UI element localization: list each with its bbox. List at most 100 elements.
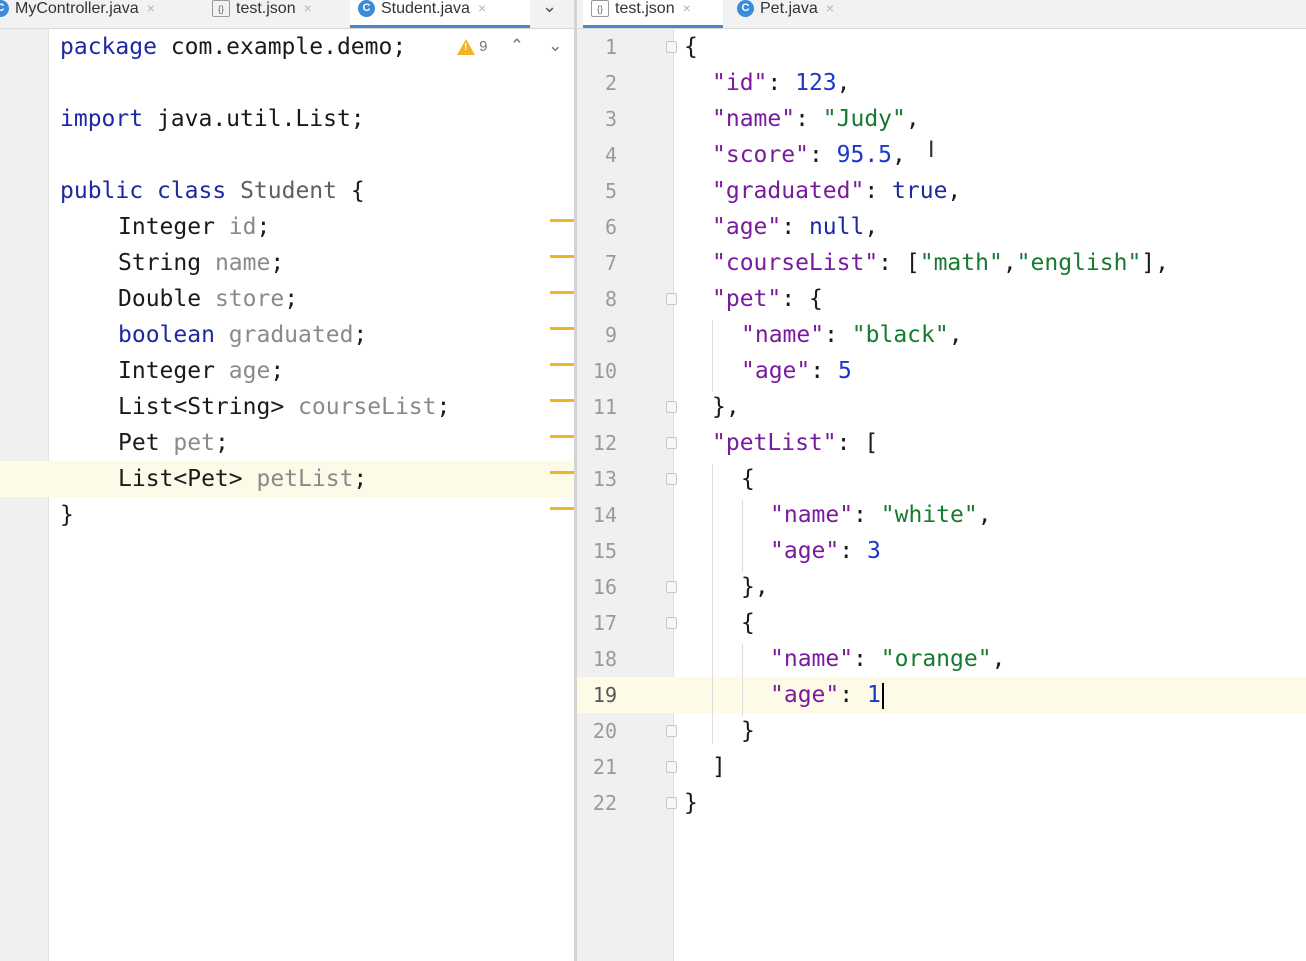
line-number: 15 xyxy=(592,539,617,563)
fold-marker-icon[interactable] xyxy=(666,473,677,485)
fold-marker-icon[interactable] xyxy=(666,761,677,773)
line-number: 1 xyxy=(604,35,617,59)
line-number: 6 xyxy=(604,215,617,239)
line-number: 11 xyxy=(592,395,617,419)
code-line: { xyxy=(741,610,755,636)
line-number: 7 xyxy=(604,251,617,275)
code-line: "graduated": true, xyxy=(712,178,962,204)
fold-marker-icon[interactable] xyxy=(666,725,677,737)
code-line: "pet": { xyxy=(712,286,823,312)
code-line: public class Student { xyxy=(60,178,365,204)
code-line: Integer age; xyxy=(118,358,285,384)
tab-pet-java[interactable]: C Pet.java × xyxy=(737,0,867,28)
fold-marker-icon[interactable] xyxy=(666,581,677,593)
left-code-editor[interactable]: package com.example.demo; import java.ut… xyxy=(60,29,540,528)
line-number: 12 xyxy=(592,431,617,455)
text-caret xyxy=(881,682,884,709)
code-line: "courseList": ["math","english"], xyxy=(712,250,1169,276)
code-line: { xyxy=(741,466,755,492)
tab-mycontroller-java[interactable]: C MyController.java × xyxy=(0,0,192,28)
code-line: } xyxy=(741,718,755,744)
line-number: 20 xyxy=(592,719,617,743)
code-line: "name": "white", xyxy=(770,502,992,528)
close-icon[interactable]: × xyxy=(478,0,486,16)
code-line: } xyxy=(684,790,698,816)
line-number: 22 xyxy=(592,791,617,815)
tab-student-java[interactable]: C Student.java × xyxy=(350,0,530,28)
code-line: "name": "Judy", xyxy=(712,106,920,132)
line-number: 8 xyxy=(604,287,617,311)
line-number: 18 xyxy=(592,647,617,671)
code-line: String name; xyxy=(118,250,285,276)
code-line: ] xyxy=(712,754,726,780)
warning-stripe-mark[interactable] xyxy=(550,255,574,258)
line-number: 2 xyxy=(604,71,617,95)
code-line: "petList": [ xyxy=(712,430,879,456)
next-highlight-icon[interactable]: ⌄ xyxy=(548,36,562,55)
class-icon: C xyxy=(358,0,375,17)
code-line: Pet pet; xyxy=(118,430,229,456)
tab-label: MyController.java xyxy=(15,0,139,17)
mouse-ibeam-cursor-icon: I xyxy=(928,138,935,163)
warning-stripe-mark[interactable] xyxy=(550,219,574,222)
line-number: 17 xyxy=(592,611,617,635)
tab-label: Student.java xyxy=(381,0,470,17)
line-number: 14 xyxy=(592,503,617,527)
warning-stripe-mark[interactable] xyxy=(550,507,574,510)
code-line: "name": "black", xyxy=(741,322,963,348)
code-line: Integer id; xyxy=(118,214,271,240)
tab-list-chevron-icon[interactable]: ⌄ xyxy=(542,0,557,17)
warning-stripe-mark[interactable] xyxy=(550,435,574,438)
fold-marker-icon[interactable] xyxy=(666,437,677,449)
code-line: "age": 3 xyxy=(770,538,881,564)
indent-guide xyxy=(742,644,743,716)
code-line: "score": 95.5, xyxy=(712,142,906,168)
fold-marker-icon[interactable] xyxy=(666,401,677,413)
code-line: "age": 5 xyxy=(741,358,852,384)
line-number: 13 xyxy=(592,467,617,491)
tab-label: test.json xyxy=(236,0,296,17)
close-icon[interactable]: × xyxy=(826,0,834,16)
line-number: 5 xyxy=(604,179,617,203)
close-icon[interactable]: × xyxy=(304,0,312,16)
warning-stripe-mark[interactable] xyxy=(550,291,574,294)
fold-marker-icon[interactable] xyxy=(666,41,677,53)
line-number: 16 xyxy=(592,575,617,599)
close-icon[interactable]: × xyxy=(683,0,691,16)
line-number: 4 xyxy=(604,143,617,167)
json-code-editor[interactable]: { "id": 123, "name": "Judy", "score": 95… xyxy=(684,29,1304,816)
fold-marker-icon[interactable] xyxy=(666,797,677,809)
close-icon[interactable]: × xyxy=(147,0,155,16)
code-line: List<Pet> petList; xyxy=(118,466,368,492)
line-number: 9 xyxy=(604,323,617,347)
warning-stripe-mark[interactable] xyxy=(550,363,574,366)
fold-marker-icon[interactable] xyxy=(666,293,677,305)
class-icon: C xyxy=(737,0,754,17)
code-line: "age": null, xyxy=(712,214,879,240)
json-file-icon: {} xyxy=(212,0,230,17)
code-line: List<String> courseList; xyxy=(118,394,451,420)
line-number: 21 xyxy=(592,755,617,779)
code-line: }, xyxy=(741,574,769,600)
tab-label: Pet.java xyxy=(760,0,818,17)
right-tab-bar: {} test.json × C Pet.java × xyxy=(577,0,1306,29)
code-line: "id": 123, xyxy=(712,70,851,96)
code-line: boolean graduated; xyxy=(118,322,368,348)
code-line: package com.example.demo; xyxy=(60,34,407,60)
code-line: } xyxy=(60,502,74,528)
code-line: }, xyxy=(712,394,740,420)
warning-stripe-mark[interactable] xyxy=(550,399,574,402)
fold-marker-icon[interactable] xyxy=(666,617,677,629)
code-line: "name": "orange", xyxy=(770,646,1006,672)
code-line: { xyxy=(684,34,698,60)
json-file-icon: {} xyxy=(591,0,609,17)
warning-stripe-mark[interactable] xyxy=(550,327,574,330)
tab-test-json[interactable]: {} test.json × xyxy=(212,0,342,28)
left-tab-bar: C MyController.java × {} test.json × C Studen… xyxy=(0,0,574,29)
class-icon: C xyxy=(0,0,9,17)
tab-test-json-right[interactable]: {} test.json × xyxy=(583,0,723,28)
line-number: 10 xyxy=(592,359,617,383)
line-number: 3 xyxy=(604,107,617,131)
line-number: 19 xyxy=(592,683,617,707)
warning-stripe-mark[interactable] xyxy=(550,471,574,474)
